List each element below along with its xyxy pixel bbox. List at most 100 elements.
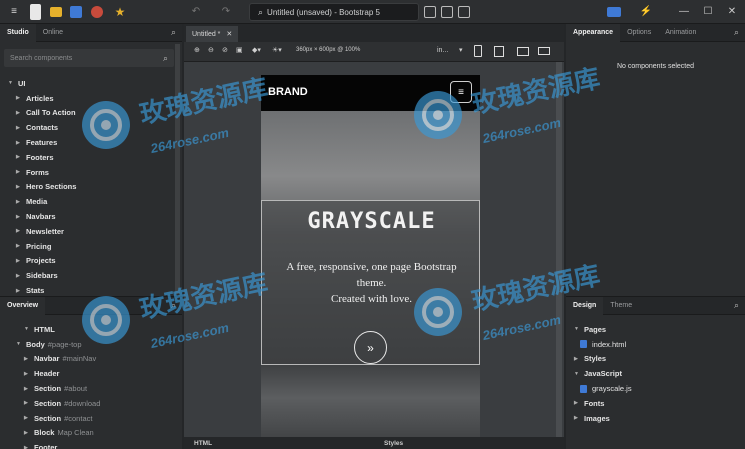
layout-left-icon[interactable] <box>424 6 436 18</box>
tab-animation[interactable]: Animation <box>658 24 703 42</box>
menu-icon[interactable]: ≡ <box>6 4 22 20</box>
component-category-item[interactable]: ▶ Newsletter <box>8 224 168 239</box>
viewport-size[interactable]: 360px × 600px @ 100% <box>296 47 360 53</box>
search-icon[interactable]: ⌕ <box>734 27 739 38</box>
tab-styles[interactable]: Styles <box>384 440 403 447</box>
design-folder[interactable]: ▶ Fonts <box>574 396 739 411</box>
category-label: Media <box>26 197 48 207</box>
minimize-icon[interactable]: — <box>676 4 692 20</box>
node-id: Map Clean <box>57 428 94 438</box>
component-category-item[interactable]: ▶ Footers <box>8 150 168 165</box>
node-id: #download <box>64 398 101 408</box>
close-icon[interactable]: ✕ <box>226 30 232 38</box>
component-category-item[interactable]: ▶ Media <box>8 194 168 209</box>
undo-icon[interactable]: ↶ <box>188 4 204 20</box>
scroll-down-button[interactable]: » <box>354 331 387 364</box>
canvas-scrollbar[interactable] <box>556 62 562 437</box>
breakpoint-select[interactable]: in... <box>437 47 448 54</box>
overview-node[interactable]: ▶ Section #about <box>8 381 173 396</box>
component-category-item[interactable]: ▶ Projects <box>8 254 168 269</box>
overview-tree: ▼ HTML ▼ Body #page-top ▶ Navbar #mainNav ▶ Heade… <box>8 322 173 449</box>
component-category-item[interactable]: ▶ Articles <box>8 91 168 106</box>
maximize-icon[interactable]: ☐ <box>700 4 716 20</box>
category-label: Footers <box>26 152 54 162</box>
component-category-item[interactable]: ▶ Call To Action <box>8 106 168 121</box>
tree-root[interactable]: ▼ UI <box>8 76 168 91</box>
node-id: #mainNav <box>62 354 97 364</box>
editor-tab[interactable]: Untitled * ✕ <box>186 26 238 42</box>
grid-off-icon[interactable]: ⊘ <box>222 46 228 54</box>
redo-icon[interactable]: ↷ <box>218 4 234 20</box>
component-category-item[interactable]: ▶ Hero Sections <box>8 180 168 195</box>
search-icon[interactable]: ⌕ <box>734 300 739 311</box>
publish-icon[interactable]: ⚡ <box>638 4 654 20</box>
category-label: Articles <box>26 93 54 103</box>
phone-icon[interactable] <box>474 45 482 57</box>
overview-node[interactable]: ▶ Header <box>8 366 173 381</box>
chevron-right-icon: ▶ <box>16 154 20 161</box>
layers-icon[interactable]: ◆▾ <box>252 46 261 54</box>
component-category-item[interactable]: ▶ Navbars <box>8 209 168 224</box>
no-selection-message: No components selected <box>616 63 695 70</box>
tab-html[interactable]: HTML <box>194 440 212 447</box>
layout-bottom-icon[interactable] <box>458 6 470 18</box>
desktop-icon[interactable] <box>538 47 550 55</box>
design-folder[interactable]: ▼ JavaScript <box>574 366 739 381</box>
save-icon[interactable] <box>70 6 82 18</box>
layout-right-icon[interactable] <box>441 6 453 18</box>
design-folder[interactable]: ▼ Pages <box>574 322 739 337</box>
image-icon[interactable]: ▣ <box>236 46 243 54</box>
tab-design[interactable]: Design <box>566 296 604 315</box>
category-label: Pricing <box>26 241 52 251</box>
tab-theme[interactable]: Theme <box>603 297 639 315</box>
new-file-icon[interactable] <box>30 4 41 20</box>
sun-icon[interactable]: ☀▾ <box>272 46 282 54</box>
component-category-item[interactable]: ▶ Contacts <box>8 120 168 135</box>
brand-logo[interactable]: BRAND <box>268 86 308 98</box>
hamburger-menu-icon[interactable]: ≡ <box>450 81 472 103</box>
document-title[interactable]: ⌕ Untitled (unsaved) - Bootstrap 5 <box>249 3 419 21</box>
component-category-item[interactable]: ▶ Forms <box>8 165 168 180</box>
laptop-icon[interactable] <box>517 47 529 56</box>
file-icon <box>580 384 587 393</box>
overview-node[interactable]: ▶ Section #contact <box>8 411 173 426</box>
overview-node[interactable]: ▶ Block Map Clean <box>8 426 173 441</box>
node-label: Body <box>26 339 45 349</box>
design-folder[interactable]: ▶ Styles <box>574 352 739 367</box>
scrollbar[interactable] <box>175 44 180 294</box>
component-category-item[interactable]: ▶ Sidebars <box>8 268 168 283</box>
components-panel: Studio Online ⌕ Search components ⌕ ▼ UI … <box>0 23 182 296</box>
component-search-input[interactable]: Search components ⌕ <box>4 49 174 67</box>
design-file[interactable]: index.html <box>574 337 739 352</box>
category-label: Projects <box>26 256 56 266</box>
page-preview[interactable]: BRAND ≡ GRAYSCALE A free, responsive, on… <box>261 75 480 437</box>
device-icon[interactable] <box>607 7 621 17</box>
overview-node[interactable]: ▶ Footer <box>8 440 173 449</box>
tab-online[interactable]: Online <box>36 24 70 42</box>
overview-node[interactable]: ▼ Body #page-top <box>8 337 173 352</box>
tablet-icon[interactable] <box>494 46 504 57</box>
zoom-in-icon[interactable]: ⊕ <box>194 46 200 54</box>
chevron-right-icon: ▶ <box>24 415 28 422</box>
design-item-label: grayscale.js <box>592 384 632 394</box>
preview-icon[interactable] <box>91 6 103 18</box>
open-folder-icon[interactable] <box>50 7 62 17</box>
close-window-icon[interactable]: ✕ <box>724 4 740 20</box>
tab-options[interactable]: Options <box>620 24 658 42</box>
zoom-out-icon[interactable]: ⊖ <box>208 46 214 54</box>
search-icon[interactable]: ⌕ <box>171 300 176 311</box>
overview-node[interactable]: ▶ Navbar #mainNav <box>8 352 173 367</box>
tab-appearance[interactable]: Appearance <box>566 23 621 42</box>
design-file[interactable]: grayscale.js <box>574 381 739 396</box>
design-folder[interactable]: ▶ Images <box>574 411 739 426</box>
design-item-label: JavaScript <box>584 369 622 379</box>
component-category-item[interactable]: ▶ Features <box>8 135 168 150</box>
overview-node[interactable]: ▶ Section #download <box>8 396 173 411</box>
masthead-section[interactable]: GRAYSCALE A free, responsive, one page B… <box>261 200 480 365</box>
search-icon[interactable]: ⌕ <box>171 27 176 38</box>
star-icon[interactable]: ★ <box>112 4 128 20</box>
overview-node[interactable]: ▼ HTML <box>8 322 173 337</box>
navbar[interactable]: BRAND ≡ <box>261 75 480 111</box>
component-category-item[interactable]: ▶ Pricing <box>8 239 168 254</box>
tab-studio[interactable]: Studio <box>0 23 36 42</box>
